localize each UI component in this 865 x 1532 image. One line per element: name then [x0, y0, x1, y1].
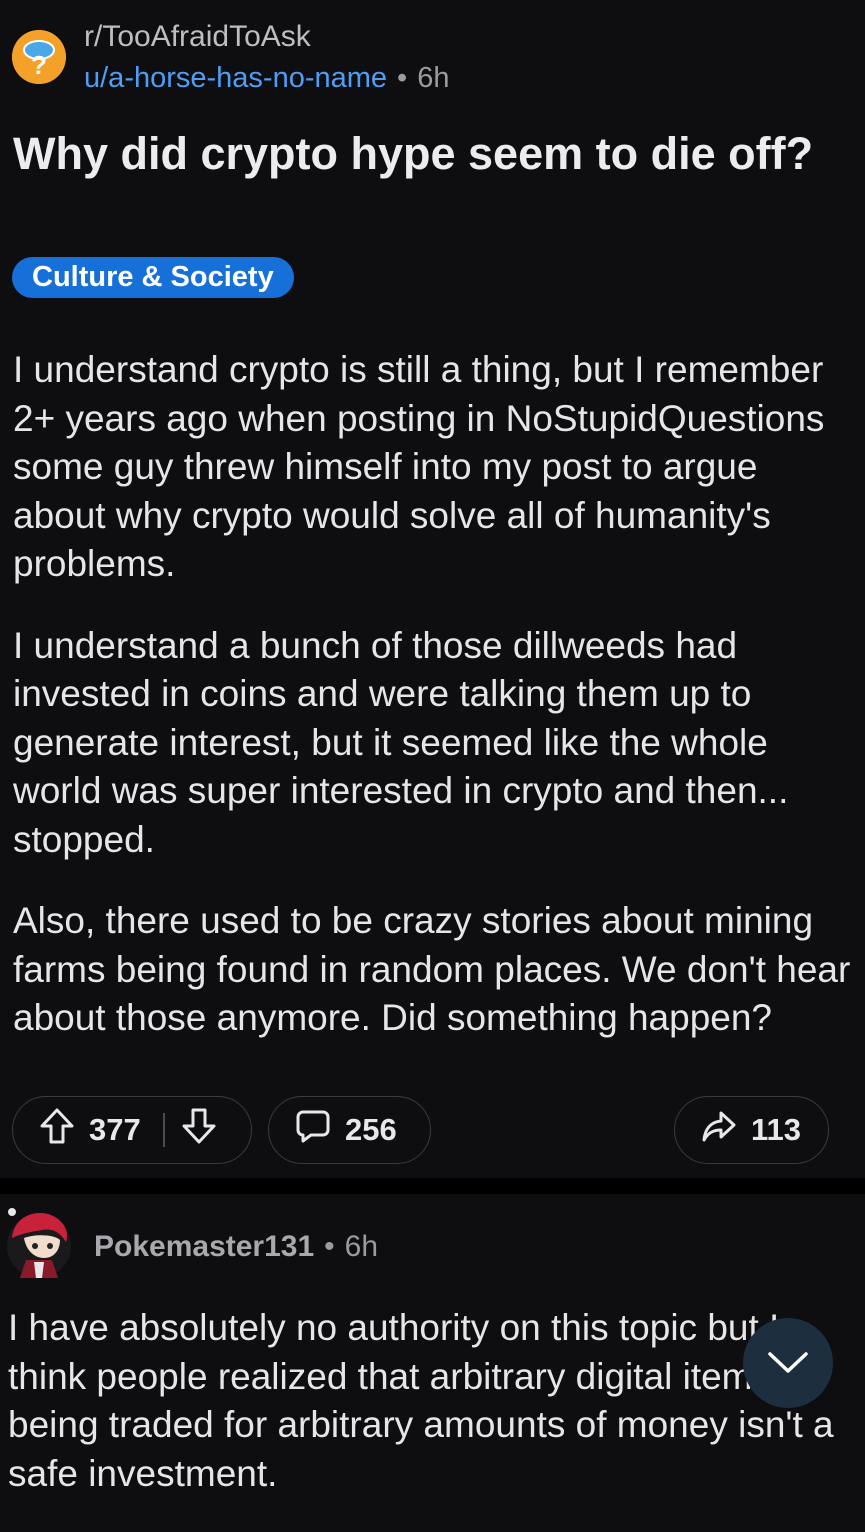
collapse-button[interactable] — [743, 1318, 833, 1408]
post-paragraph: Also, there used to be crazy stories abo… — [13, 900, 851, 1038]
upvote-count: 377 — [89, 1112, 141, 1147]
post-author-link[interactable]: u/a-horse-has-no-name — [84, 62, 387, 94]
post-actions-bar: 377 256 113 — [12, 1096, 829, 1166]
post-paragraph: I understand crypto is still a thing, bu… — [13, 349, 825, 584]
vote-divider — [162, 1113, 165, 1147]
post-meta: r/TooAfraidToAsk u/a-horse-has-no-name • 6… — [84, 22, 449, 93]
subreddit-name[interactable]: r/TooAfraidToAsk — [84, 22, 449, 52]
share-button[interactable]: 113 — [674, 1096, 829, 1164]
comment-body: I have absolutely no authority on this t… — [8, 1307, 834, 1494]
comment-author[interactable]: Pokemaster131 — [94, 1230, 314, 1263]
post-body: I understand crypto is still a thing, bu… — [13, 346, 853, 1076]
post-paragraph: I understand a bunch of those dillweeds … — [13, 624, 789, 860]
svg-text:?: ? — [31, 50, 47, 80]
arrow-down-icon[interactable] — [181, 1107, 217, 1153]
post-title: Why did crypto hype seem to die off? — [13, 128, 814, 179]
share-count: 113 — [751, 1112, 802, 1147]
section-divider — [0, 1178, 865, 1194]
post-age: 6h — [417, 62, 450, 94]
comment-count: 256 — [345, 1112, 397, 1147]
chevron-down-icon — [768, 1352, 808, 1373]
author-line: u/a-horse-has-no-name • 6h — [84, 64, 449, 93]
subreddit-avatar[interactable]: ? — [12, 30, 66, 84]
vote-control: 377 — [12, 1096, 252, 1164]
post-header: ? r/TooAfraidToAsk u/a-horse-has-no-name… — [12, 22, 449, 93]
speech-bubble-icon — [295, 1108, 331, 1152]
arrow-up-icon[interactable] — [39, 1107, 75, 1153]
comment-age: 6h — [344, 1230, 379, 1263]
comment-meta: Pokemaster131 • 6h — [94, 1232, 378, 1262]
meta-separator: • — [324, 1230, 335, 1263]
meta-separator: • — [397, 62, 408, 94]
share-arrow-icon — [701, 1109, 737, 1151]
comments-button[interactable]: 256 — [268, 1096, 431, 1164]
comment-card: Pokemaster131 • 6h I have absolutely no au… — [0, 1194, 865, 1532]
comment-avatar[interactable] — [4, 1204, 74, 1280]
question-mark-avatar-icon: ? — [12, 30, 66, 84]
post-card: ? r/TooAfraidToAsk u/a-horse-has-no-name… — [0, 0, 865, 1178]
post-flair[interactable]: Culture & Society — [12, 257, 294, 298]
